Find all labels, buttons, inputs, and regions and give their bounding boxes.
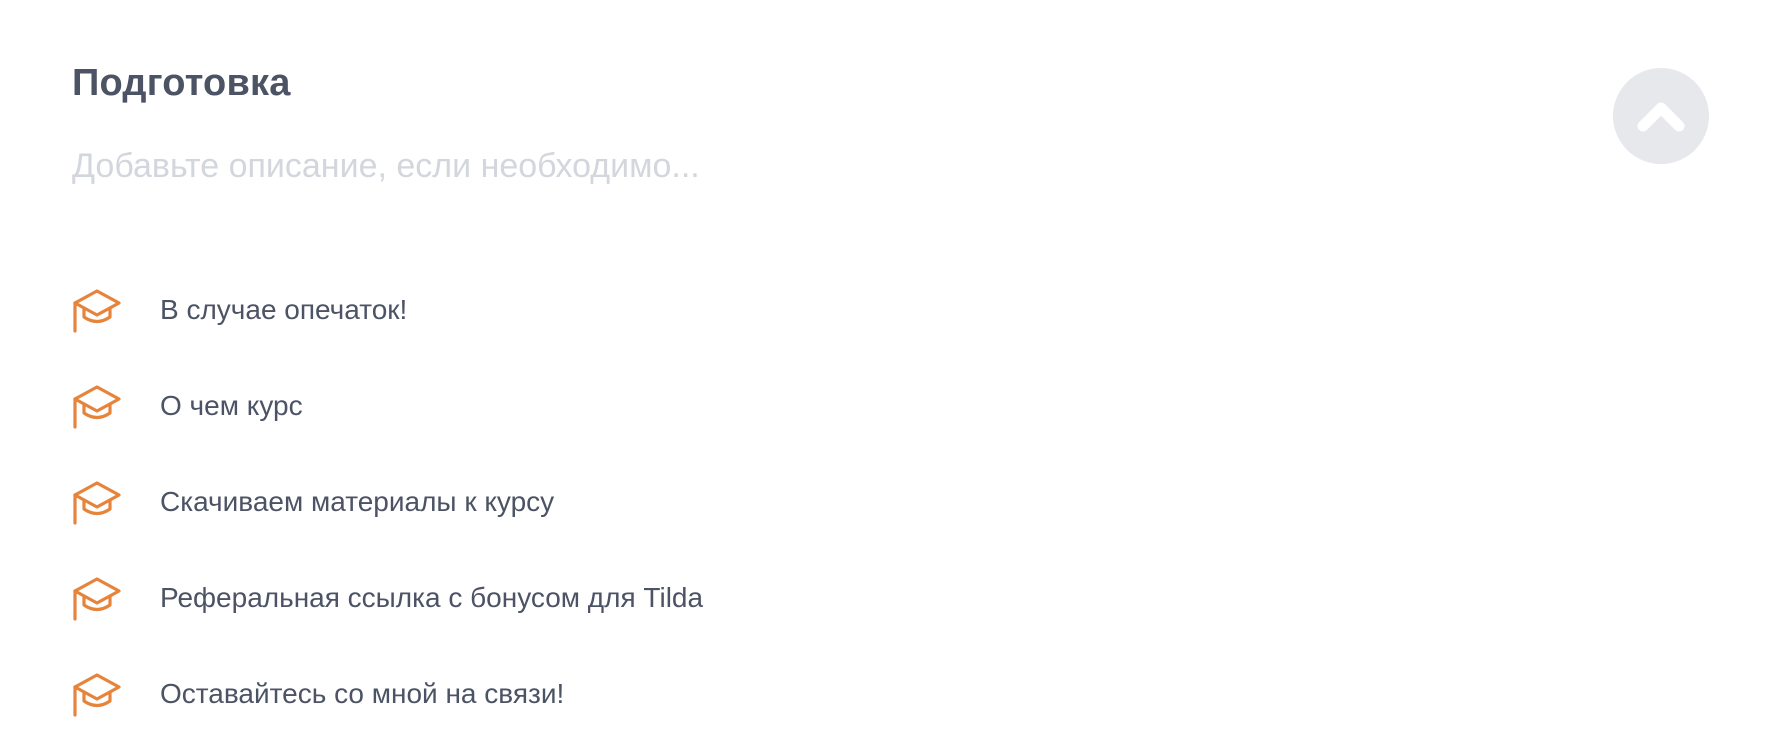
lesson-title: Реферальная ссылка с бонусом для Tilda (160, 582, 704, 613)
list-item[interactable]: Реферальная ссылка с бонусом для Tilda (72, 550, 703, 646)
list-item[interactable]: Скачиваем материалы к курсу (72, 454, 703, 550)
lesson-title: В случае опечаток! (160, 294, 408, 325)
graduation-cap-icon (72, 381, 122, 431)
graduation-cap-icon (72, 477, 122, 527)
list-item[interactable]: О чем курс (72, 358, 703, 454)
lesson-title: О чем курс (160, 390, 303, 421)
description-input[interactable] (72, 138, 972, 194)
lesson-title: Скачиваем материалы к курсу (160, 486, 555, 517)
graduation-cap-icon (72, 573, 122, 623)
list-item[interactable]: Оставайтесь со мной на связи! (72, 646, 703, 742)
section-card: Подготовка В случае опечаток! (0, 0, 1774, 754)
collapse-section-button[interactable] (1613, 68, 1709, 164)
graduation-cap-icon (72, 285, 122, 335)
chevron-up-icon (1637, 102, 1685, 132)
list-item[interactable]: В случае опечаток! (72, 262, 703, 358)
lesson-list: В случае опечаток! О чем курс Скачиваем … (72, 262, 703, 742)
lesson-title: Оставайтесь со мной на связи! (160, 678, 565, 709)
section-title[interactable]: Подготовка (72, 58, 291, 108)
graduation-cap-icon (72, 669, 122, 719)
